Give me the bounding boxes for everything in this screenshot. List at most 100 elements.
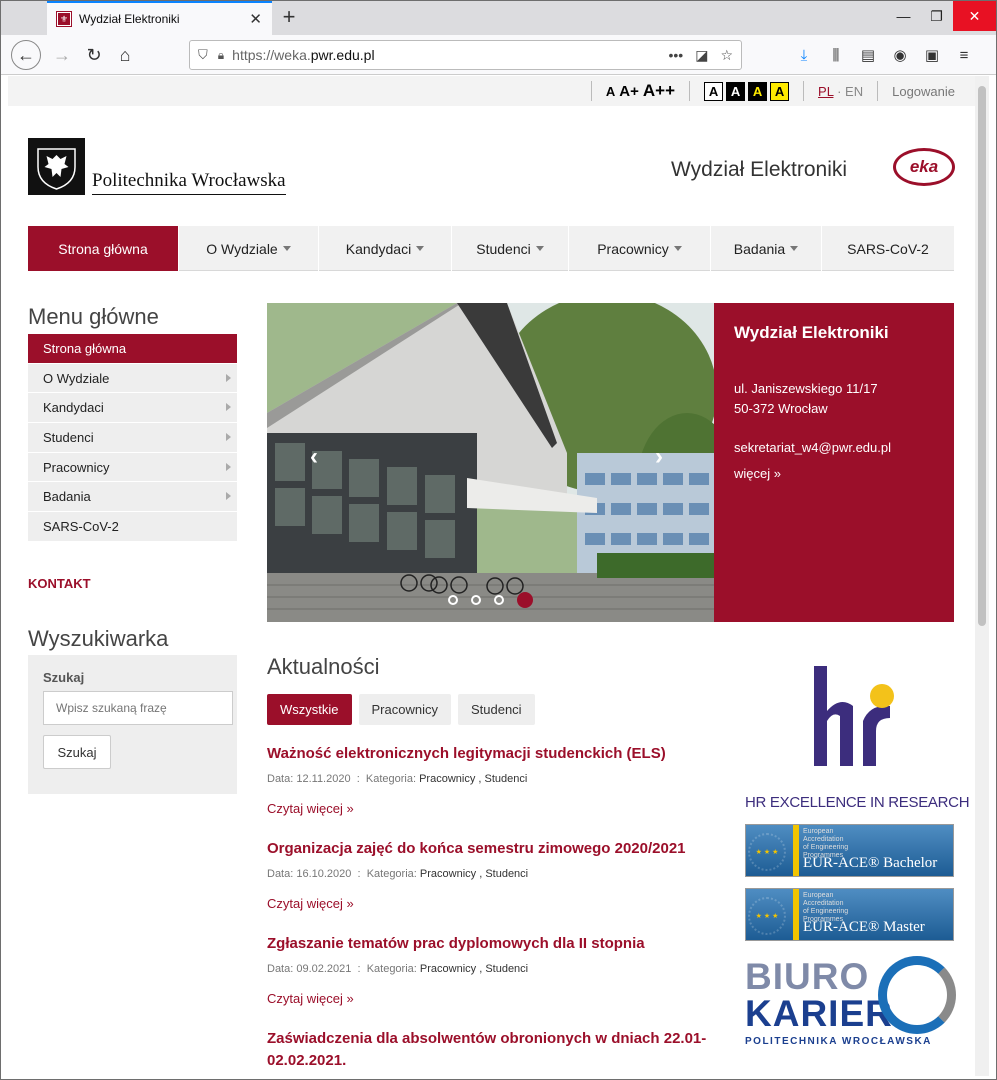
- filter-staff[interactable]: Pracownicy: [358, 694, 451, 725]
- nav-item-covid[interactable]: SARS-CoV-2: [822, 226, 954, 271]
- news-item: Zaświadczenia dla absolwentów obronionyc…: [267, 1028, 707, 1072]
- news-headline[interactable]: Zaświadczenia dla absolwentów obronionyc…: [267, 1028, 707, 1072]
- chevron-right-icon: [226, 492, 231, 501]
- read-more-link[interactable]: Czytaj więcej »: [267, 896, 707, 911]
- filter-students[interactable]: Studenci: [457, 694, 535, 725]
- divider: [877, 81, 879, 101]
- slider-dot[interactable]: [471, 595, 481, 605]
- slider-dot[interactable]: [494, 595, 504, 605]
- lang-pl-link[interactable]: PL: [818, 84, 833, 99]
- sidebar-item-covid[interactable]: SARS-CoV-2: [28, 512, 237, 542]
- browser-tab[interactable]: ⚜ Wydział Elektroniki ✕: [47, 1, 272, 35]
- divider: [803, 81, 805, 101]
- career-office-logo[interactable]: BIURO KARIER POLITECHNIKA WROCŁAWSKA: [745, 956, 956, 1051]
- nav-item-students[interactable]: Studenci: [452, 226, 569, 271]
- reload-button[interactable]: ↻: [79, 40, 109, 70]
- hero-slider[interactable]: ‹ ›: [267, 303, 714, 622]
- page-actions-icon[interactable]: •••: [668, 47, 683, 64]
- faculty-title: Wydział Elektroniki: [671, 158, 848, 181]
- sidebar-icon[interactable]: ▤: [855, 40, 881, 70]
- pocket-icon[interactable]: ◪: [695, 47, 708, 64]
- address-bar[interactable]: ⛉ 🔒︎ https://weka.pwr.edu.pl ••• ◪ ☆: [189, 40, 742, 70]
- eur-ace-master-badge[interactable]: ★ ★ ★ European Accreditation of Engineer…: [745, 888, 954, 941]
- info-email[interactable]: sekretariat_w4@pwr.edu.pl: [734, 438, 934, 458]
- home-button[interactable]: ⌂: [110, 40, 140, 70]
- search-panel: Szukaj Szukaj: [28, 655, 237, 794]
- minimize-icon[interactable]: —: [887, 1, 920, 31]
- slider-dot-active[interactable]: [517, 592, 533, 608]
- lang-en-link[interactable]: EN: [845, 84, 863, 99]
- forward-button[interactable]: →: [47, 40, 77, 70]
- news-list: Ważność elektronicznych legitymacji stud…: [267, 743, 707, 1076]
- eagle-emblem-icon: [28, 138, 85, 195]
- caret-down-icon: [673, 246, 682, 251]
- info-more-link[interactable]: więcej »: [734, 466, 934, 481]
- contact-info-box: Wydział Elektroniki ul. Janiszewskiego 1…: [714, 303, 954, 622]
- maximize-icon[interactable]: ❐: [920, 1, 953, 31]
- chevron-right-icon: [226, 462, 231, 471]
- sidebar-item-students[interactable]: Studenci: [28, 423, 237, 453]
- sidebar-menu: Strona główna O Wydziale Kandydaci Stude…: [28, 334, 237, 542]
- sidebar-item-about[interactable]: O Wydziale: [28, 364, 237, 394]
- slider-dot[interactable]: [448, 595, 458, 605]
- contrast-default[interactable]: A: [704, 81, 724, 101]
- page-scrollbar[interactable]: [975, 76, 989, 1076]
- slider-prev-icon[interactable]: ‹: [310, 443, 318, 471]
- eu-stars-icon: ★ ★ ★: [748, 897, 786, 935]
- font-size-small[interactable]: A: [606, 84, 615, 99]
- news-meta: Data: 12.11.2020 : Kategoria: Pracownicy…: [267, 773, 528, 785]
- menu-icon[interactable]: ≡: [951, 40, 977, 70]
- university-logo[interactable]: Politechnika Wrocławska: [28, 138, 286, 195]
- sidebar-item-home[interactable]: Strona główna: [28, 334, 237, 364]
- nav-item-candidates[interactable]: Kandydaci: [319, 226, 452, 271]
- library-icon[interactable]: ⫼: [823, 40, 849, 70]
- info-city: 50-372 Wrocław: [734, 401, 828, 416]
- slider-next-icon[interactable]: ›: [655, 443, 663, 471]
- contrast-yellow-black[interactable]: A: [770, 81, 790, 101]
- news-headline[interactable]: Ważność elektronicznych legitymacji stud…: [267, 743, 707, 765]
- news-item: Organizacja zajęć do końca semestru zimo…: [267, 838, 707, 911]
- scrollbar-thumb[interactable]: [978, 86, 986, 626]
- lock-icon[interactable]: 🔒︎: [218, 48, 224, 63]
- close-window-icon[interactable]: ✕: [953, 1, 996, 31]
- read-more-link[interactable]: Czytaj więcej »: [267, 991, 707, 1006]
- nav-item-about[interactable]: O Wydziale: [179, 226, 319, 271]
- new-tab-button[interactable]: +: [276, 5, 302, 31]
- news-headline[interactable]: Zgłaszanie tematów prac dyplomowych dla …: [267, 933, 707, 955]
- chevron-right-icon: [226, 373, 231, 382]
- sidebar-item-research[interactable]: Badania: [28, 482, 237, 513]
- contrast-black-yellow[interactable]: A: [748, 81, 768, 101]
- slider-dots: [448, 592, 533, 608]
- eu-stars-icon: ★ ★ ★: [748, 833, 786, 871]
- news-headline[interactable]: Organizacja zajęć do końca semestru zimo…: [267, 838, 707, 860]
- page-viewport: A A+ A++ A A A A PL · EN Logowanie Polit…: [8, 76, 975, 1076]
- download-icon[interactable]: ⤓: [791, 40, 817, 70]
- login-link[interactable]: Logowanie: [892, 84, 955, 99]
- close-tab-icon[interactable]: ✕: [249, 10, 262, 28]
- font-size-large[interactable]: A++: [643, 81, 675, 101]
- extension-icon[interactable]: ▣: [919, 40, 945, 70]
- search-button[interactable]: Szukaj: [43, 735, 111, 769]
- bookmark-star-icon[interactable]: ☆: [720, 47, 733, 64]
- shield-icon[interactable]: ⛉: [198, 47, 208, 63]
- eur-ace-bachelor-badge[interactable]: ★ ★ ★ European Accreditation of Engineer…: [745, 824, 954, 877]
- contact-link[interactable]: KONTAKT: [28, 576, 91, 591]
- nav-item-research[interactable]: Badania: [711, 226, 822, 271]
- url-text[interactable]: https://weka.pwr.edu.pl: [232, 47, 668, 63]
- eur-ace-master-label: EUR-ACE® Master: [803, 919, 925, 935]
- info-title: Wydział Elektroniki: [734, 323, 889, 342]
- sidebar-item-staff[interactable]: Pracownicy: [28, 453, 237, 483]
- search-input[interactable]: [43, 691, 233, 725]
- contrast-black-white[interactable]: A: [726, 81, 746, 101]
- font-size-medium[interactable]: A+: [619, 83, 639, 100]
- nav-item-staff[interactable]: Pracownicy: [569, 226, 711, 271]
- filter-all[interactable]: Wszystkie: [267, 694, 352, 725]
- eka-logo[interactable]: eka: [893, 148, 955, 186]
- nav-item-home[interactable]: Strona główna: [28, 226, 179, 271]
- page-content: Politechnika Wrocławska Wydział Elektron…: [8, 106, 975, 1076]
- chevron-right-icon: [226, 403, 231, 412]
- account-icon[interactable]: ◉: [887, 40, 913, 70]
- sidebar-item-candidates[interactable]: Kandydaci: [28, 393, 237, 424]
- back-button[interactable]: ←: [11, 40, 41, 70]
- read-more-link[interactable]: Czytaj więcej »: [267, 801, 707, 816]
